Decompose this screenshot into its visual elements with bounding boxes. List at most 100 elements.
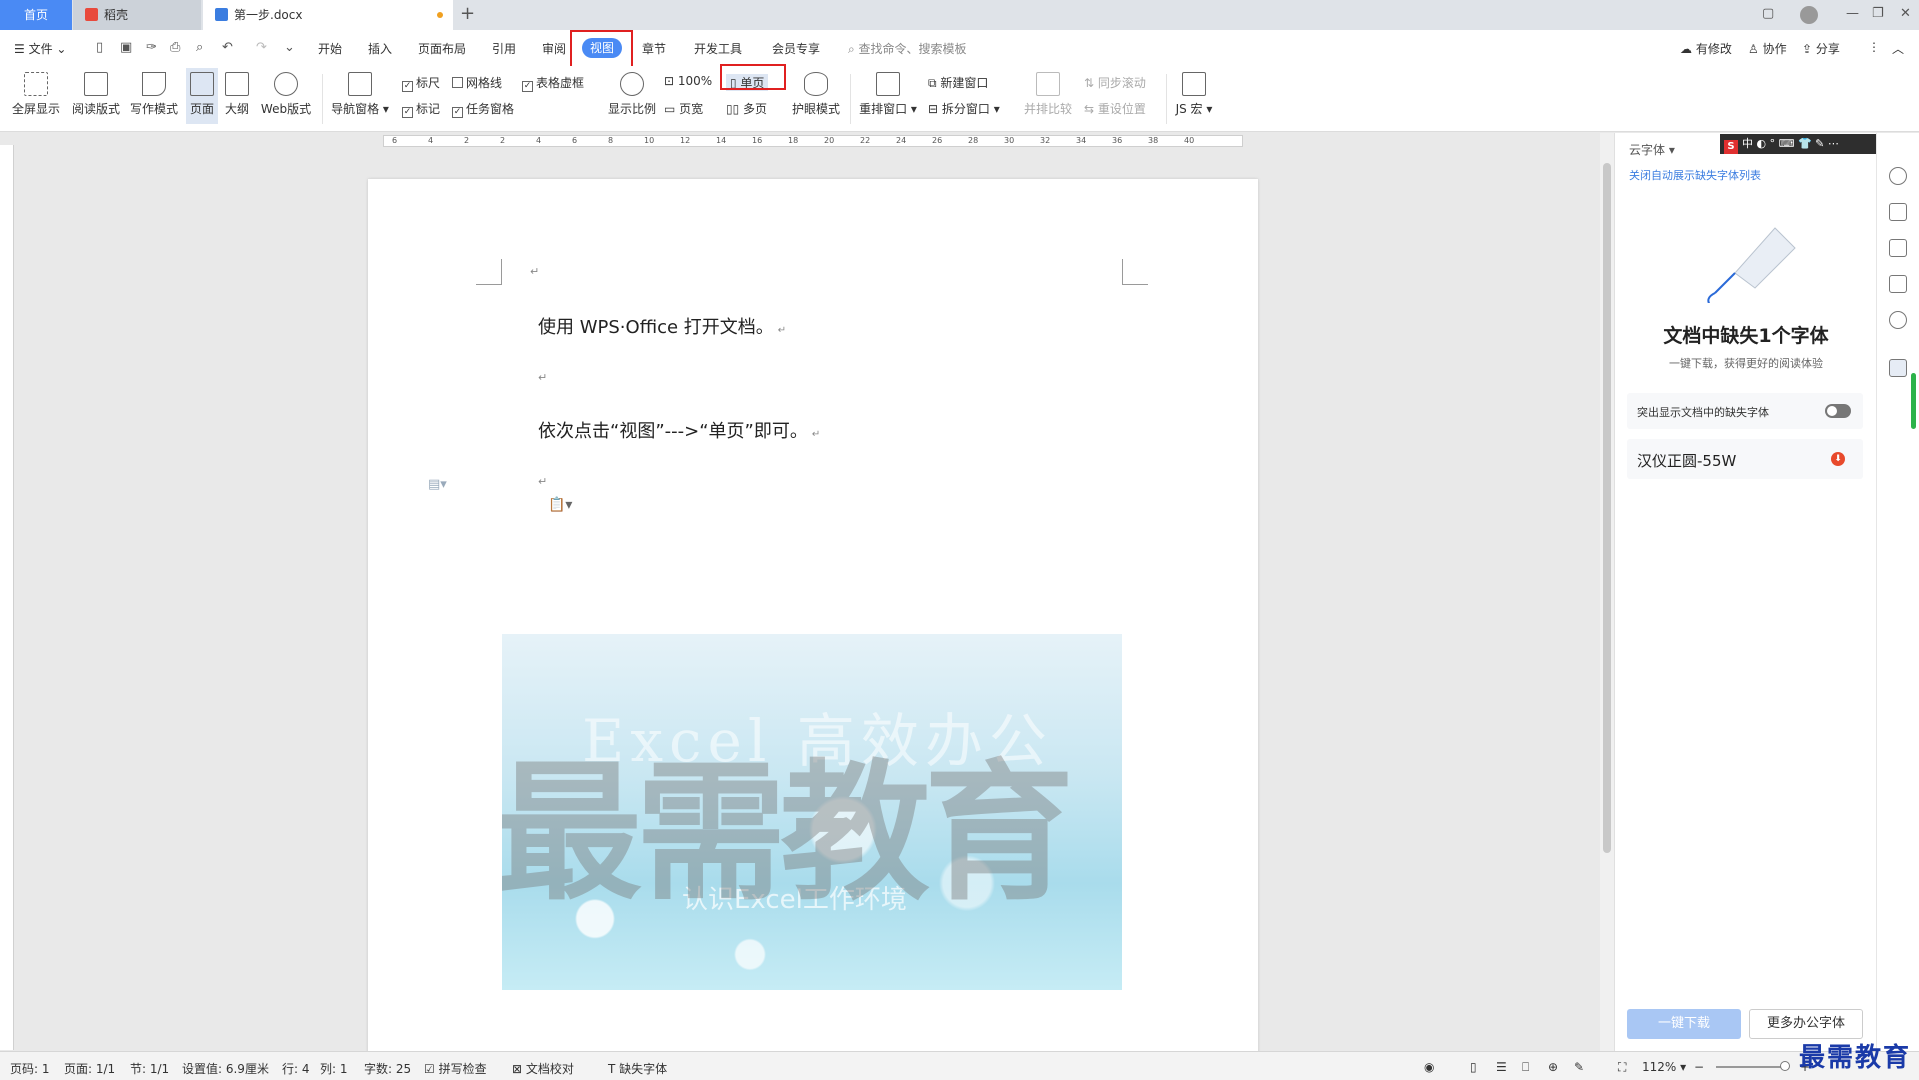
print-preview-icon[interactable]: ⌕ <box>196 40 203 55</box>
reset-position-button[interactable]: ⇆ 重设位置 <box>1084 100 1146 117</box>
status-column[interactable]: 列: 1 <box>320 1060 348 1077</box>
outline-button[interactable]: 大纲 <box>222 72 252 117</box>
edit-icon[interactable] <box>1889 203 1907 221</box>
menu-start[interactable]: 开始 <box>318 40 342 57</box>
eye-protect-icon[interactable]: ◉ <box>1424 1060 1434 1074</box>
page-view-button[interactable]: 页面 <box>186 68 218 124</box>
status-word-count[interactable]: 字数: 25 <box>364 1060 411 1077</box>
menu-references[interactable]: 引用 <box>492 40 516 57</box>
modified-button[interactable]: ☁ 有修改 <box>1680 40 1732 57</box>
ruler-checkbox[interactable]: ✓ 标尺 <box>402 74 440 92</box>
more-office-fonts-button[interactable]: 更多办公字体 <box>1749 1009 1863 1039</box>
save-icon[interactable]: ▣ <box>120 40 132 55</box>
zoom-100-button[interactable]: ⊡ 100% <box>664 74 712 88</box>
zoom-slider-knob[interactable] <box>1780 1061 1790 1071</box>
vertical-scrollbar[interactable] <box>1600 133 1614 1051</box>
panel-header[interactable]: 云字体 ▾ <box>1629 141 1675 158</box>
split-window-button[interactable]: ⊟ 拆分窗口 ▾ <box>928 100 1000 117</box>
print-icon[interactable]: ⎙ <box>170 40 180 55</box>
highlight-missing-toggle[interactable] <box>1825 404 1851 418</box>
missing-font-item[interactable]: 汉仪正圆-55W ⬇ <box>1627 439 1863 479</box>
document-image[interactable]: Excel 高效办公 认识Excel工作环境 最需教育 <box>502 634 1122 990</box>
page-width-button[interactable]: ▭ 页宽 <box>664 100 703 117</box>
new-window-button[interactable]: ⧉ 新建窗口 <box>928 74 988 91</box>
sync-scroll-button[interactable]: ⇅ 同步滚动 <box>1084 74 1146 91</box>
help-icon[interactable] <box>1889 311 1907 329</box>
zoom-out-icon[interactable]: − <box>1694 1060 1704 1074</box>
side-by-side-button[interactable]: 并排比较 <box>1022 72 1074 117</box>
proofread-button[interactable]: ⊠ 文档校对 <box>512 1060 574 1077</box>
scrollbar-thumb[interactable] <box>1603 163 1611 853</box>
more-quick-icon[interactable]: ⌄ <box>284 40 295 55</box>
write-mode-button[interactable]: 写作模式 <box>128 72 180 117</box>
marks-checkbox[interactable]: ✓ 标记 <box>402 100 440 118</box>
undo-icon[interactable]: ↶ <box>222 40 233 55</box>
read-view-icon[interactable]: ⎕ <box>1522 1060 1529 1075</box>
settings-sliders-icon[interactable] <box>1889 275 1907 293</box>
rearrange-window-button[interactable]: 重排窗口 ▾ <box>858 72 918 117</box>
close-auto-show-link[interactable]: 关闭自动展示缺失字体列表 <box>1629 167 1761 183</box>
redo-icon[interactable]: ↷ <box>256 40 267 55</box>
rocket-icon[interactable] <box>1889 167 1907 185</box>
download-font-icon[interactable]: ⬇ <box>1831 452 1845 466</box>
tab-home[interactable]: 首页 <box>0 0 72 30</box>
document-page[interactable]: ↵ 使用 WPS·Office 打开文档。 ↵ ↵ 依次点击“视图”--->“单页… <box>368 179 1258 1059</box>
missing-font-status[interactable]: T 缺失字体 <box>608 1060 667 1077</box>
js-macro-button[interactable]: JS 宏 ▾ <box>1172 72 1216 117</box>
nav-pane-button[interactable]: 导航窗格 ▾ <box>330 72 390 117</box>
paragraph-menu-icon[interactable]: ▤▾ <box>428 477 447 492</box>
doc-line-2[interactable]: 依次点击“视图”--->“单页”即可。 ↵ <box>538 417 820 443</box>
restore-icon[interactable]: ❐ <box>1872 6 1884 21</box>
share-button[interactable]: ⇪ 分享 <box>1802 40 1840 57</box>
outline-view-icon[interactable]: ☰ <box>1496 1060 1507 1074</box>
write-view-icon[interactable]: ✎ <box>1574 1060 1584 1074</box>
tab-document[interactable]: 第一步.docx <box>203 0 453 30</box>
one-click-download-button[interactable]: 一键下载 <box>1627 1009 1741 1039</box>
menu-developer[interactable]: 开发工具 <box>694 40 742 57</box>
avatar[interactable] <box>1800 6 1818 24</box>
file-menu[interactable]: ☰ 文件 ⌄ <box>14 40 66 57</box>
status-section[interactable]: 节: 1/1 <box>130 1060 169 1077</box>
vertical-ruler[interactable] <box>0 145 14 1050</box>
command-search[interactable]: ⌕ 查找命令、搜索模板 <box>848 40 967 57</box>
zoom-slider[interactable] <box>1716 1066 1786 1068</box>
status-pages[interactable]: 页面: 1/1 <box>64 1060 115 1077</box>
horizontal-ruler[interactable]: 6 4 2 2 4 6 8 10 12 14 16 18 20 22 24 26 28 30 32 34 36 38 40 <box>0 133 1600 149</box>
menu-member[interactable]: 会员专享 <box>772 40 820 57</box>
fullscreen-button[interactable]: 全屏显示 <box>10 72 62 117</box>
cursor-icon[interactable] <box>1889 239 1907 257</box>
paste-options-icon[interactable]: 📋▾ <box>548 497 572 513</box>
new-doc-icon[interactable]: ▯ <box>96 40 103 55</box>
menu-chapter[interactable]: 章节 <box>642 40 666 57</box>
web-view-icon[interactable]: ⊕ <box>1548 1060 1558 1074</box>
table-grid-checkbox[interactable]: ✓ 表格虚框 <box>522 74 584 92</box>
zoom-level[interactable]: 112% ▾ <box>1642 1060 1686 1074</box>
page-view-icon[interactable]: ▯ <box>1470 1060 1477 1074</box>
layout-icon[interactable]: ▢ <box>1762 6 1774 21</box>
spell-check-button[interactable]: ☑ 拼写检查 <box>424 1060 487 1077</box>
minimize-icon[interactable]: — <box>1846 6 1859 21</box>
collapse-ribbon-icon[interactable]: ︿ <box>1892 40 1904 57</box>
task-pane-checkbox[interactable]: ✓ 任务窗格 <box>452 100 514 118</box>
font-icon[interactable] <box>1889 359 1907 377</box>
new-tab-button[interactable]: + <box>460 3 475 24</box>
web-layout-button[interactable]: Web版式 <box>258 72 314 117</box>
menu-page-layout[interactable]: 页面布局 <box>418 40 466 57</box>
collab-button[interactable]: ♙ 协作 <box>1748 40 1787 57</box>
multi-page-button[interactable]: ▯▯ 多页 <box>726 100 767 117</box>
menu-insert[interactable]: 插入 <box>368 40 392 57</box>
fit-page-icon[interactable]: ⛶ <box>1618 1060 1626 1075</box>
status-setting[interactable]: 设置值: 6.9厘米 <box>182 1060 269 1077</box>
status-row[interactable]: 行: 4 <box>282 1060 310 1077</box>
close-icon[interactable]: ✕ <box>1900 6 1911 21</box>
status-page-number[interactable]: 页码: 1 <box>10 1060 50 1077</box>
read-mode-button[interactable]: 阅读版式 <box>70 72 122 117</box>
more-menu-icon[interactable]: ⋮ <box>1868 40 1880 54</box>
doc-line-1[interactable]: 使用 WPS·Office 打开文档。 ↵ <box>538 313 786 339</box>
format-painter-icon[interactable]: ✑ <box>146 40 157 55</box>
zoom-display-button[interactable]: 显示比例 <box>606 72 658 117</box>
eye-mode-button[interactable]: 护眼模式 <box>790 72 842 117</box>
gridlines-checkbox[interactable]: 网格线 <box>452 74 502 91</box>
menu-review[interactable]: 审阅 <box>542 40 566 57</box>
tab-daoke[interactable]: 稻壳 <box>73 0 201 30</box>
